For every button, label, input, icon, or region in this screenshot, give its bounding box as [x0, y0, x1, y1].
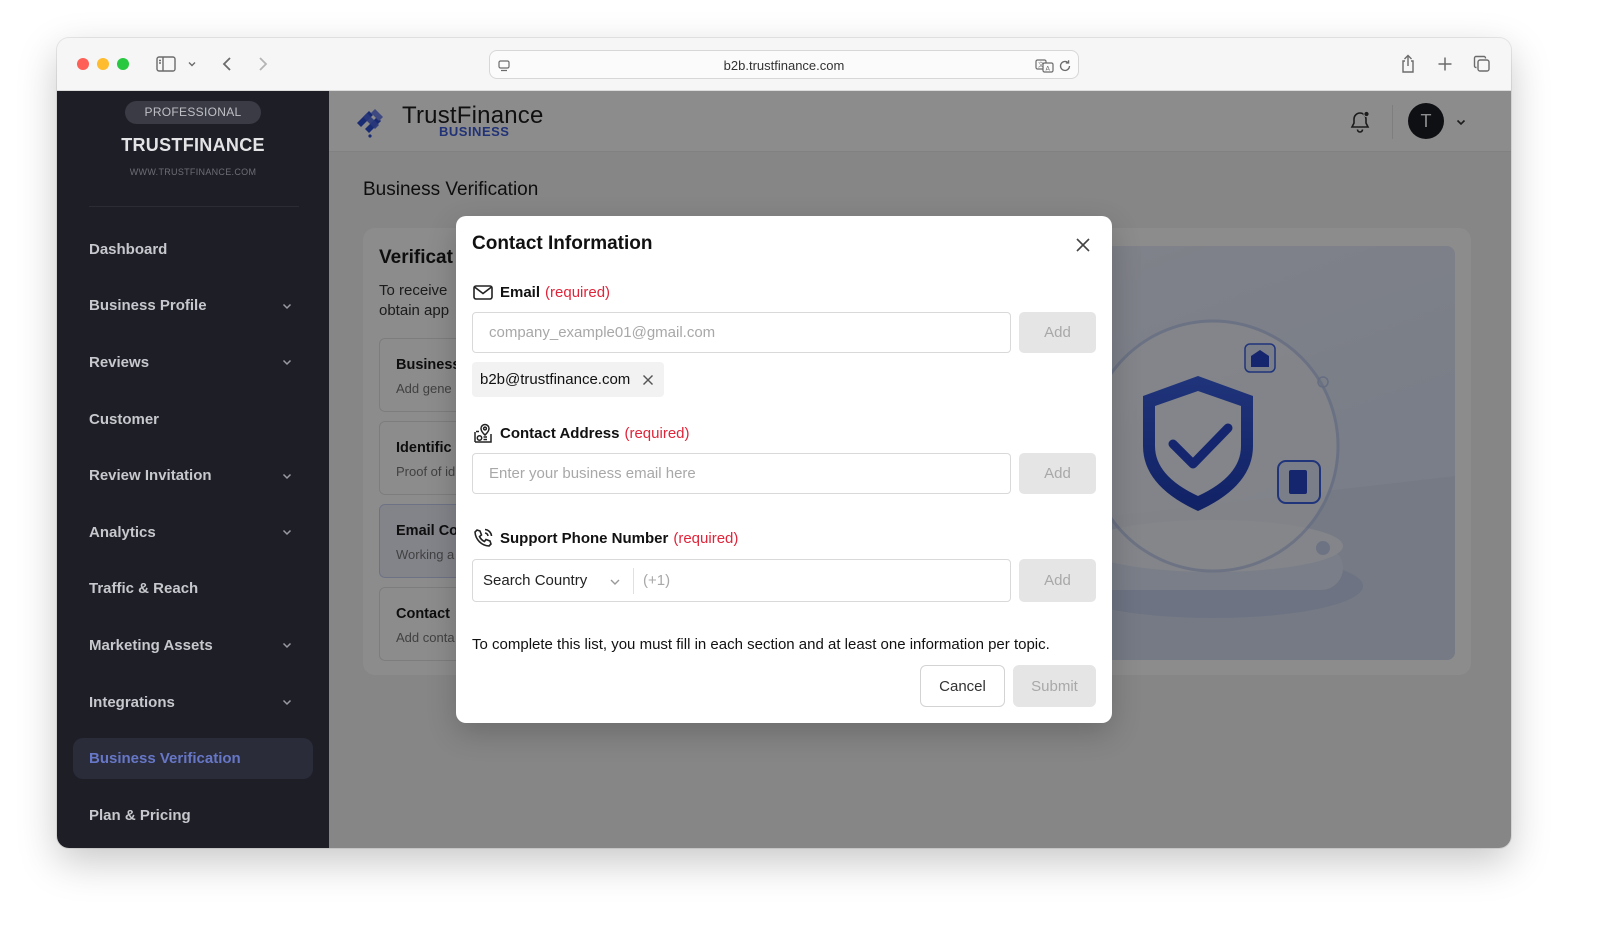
new-tab-icon[interactable]	[1434, 52, 1456, 76]
forward-icon[interactable]	[253, 52, 273, 76]
email-label: Email (required)	[472, 281, 610, 303]
reload-icon[interactable]	[1056, 54, 1074, 78]
completion-hint: To complete this list, you must fill in …	[472, 636, 1050, 653]
svg-text:文: 文	[1038, 61, 1044, 69]
contact-address-input[interactable]	[472, 453, 1011, 494]
translate-icon[interactable]: 文A	[1034, 54, 1054, 78]
country-select[interactable]: Search Country	[483, 572, 587, 589]
zoom-window-button[interactable]	[117, 58, 129, 70]
phone-icon	[474, 528, 493, 547]
support-phone-label-text: Support Phone Number	[500, 529, 669, 547]
remove-chip-icon[interactable]	[642, 374, 654, 386]
address-icon	[474, 423, 492, 443]
svg-text:A: A	[1045, 65, 1050, 73]
email-chip-text: b2b@trustfinance.com	[480, 371, 631, 388]
add-email-button[interactable]: Add	[1019, 312, 1096, 353]
email-input[interactable]	[472, 312, 1011, 353]
support-phone-label: Support Phone Number (required)	[472, 527, 738, 549]
contact-information-dialog: Contact Information Email (required) Add…	[456, 216, 1112, 723]
mail-icon	[473, 285, 493, 300]
submit-button[interactable]: Submit	[1013, 665, 1096, 707]
phone-input-group: Search Country (+1)	[472, 559, 1011, 602]
sidebar-backdrop	[57, 91, 329, 848]
cancel-button[interactable]: Cancel	[920, 665, 1005, 707]
add-address-button[interactable]: Add	[1019, 453, 1096, 494]
tab-overview-icon[interactable]	[1471, 52, 1493, 76]
contact-address-label: Contact Address (required)	[472, 422, 690, 444]
sidebar-toggle-icon[interactable]	[154, 52, 178, 76]
minimize-window-button[interactable]	[97, 58, 109, 70]
close-icon[interactable]	[1073, 235, 1093, 255]
add-phone-button[interactable]: Add	[1019, 559, 1096, 602]
dialog-title: Contact Information	[472, 233, 653, 254]
required-marker: (required)	[624, 424, 690, 442]
phone-number-input[interactable]: (+1)	[643, 572, 670, 589]
required-marker: (required)	[673, 529, 739, 547]
phone-divider	[633, 568, 634, 594]
email-label-text: Email	[500, 283, 541, 301]
required-marker: (required)	[545, 283, 611, 301]
address-bar[interactable]: b2b.trustfinance.com 文A	[489, 50, 1079, 79]
back-icon[interactable]	[217, 52, 237, 76]
chevron-down-icon[interactable]	[609, 576, 621, 588]
share-icon[interactable]	[1397, 52, 1419, 76]
browser-toolbar: b2b.trustfinance.com 文A	[57, 38, 1511, 91]
url-text: b2b.trustfinance.com	[723, 58, 845, 73]
chevron-down-icon[interactable]	[185, 52, 199, 76]
email-chip: b2b@trustfinance.com	[472, 362, 665, 397]
contact-address-label-text: Contact Address	[500, 424, 620, 442]
close-window-button[interactable]	[77, 58, 89, 70]
